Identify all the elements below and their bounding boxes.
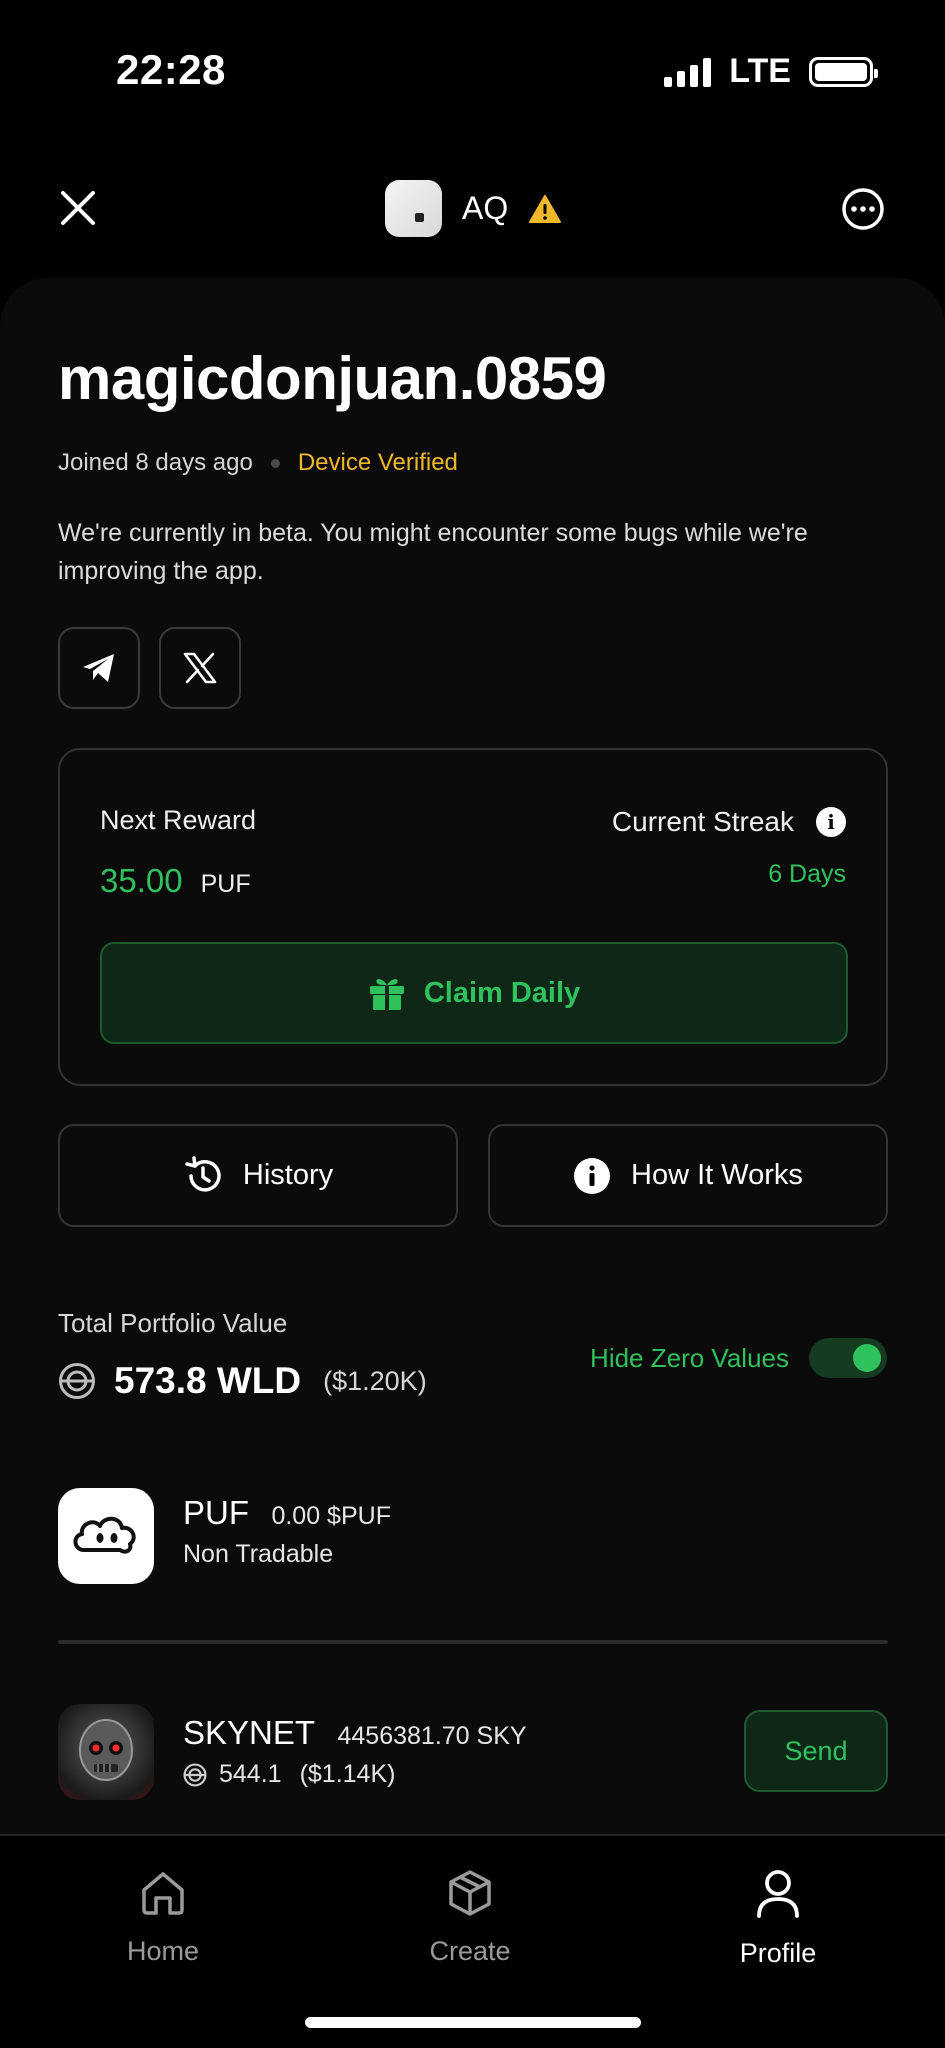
tab-create-label: Create xyxy=(429,1936,511,1966)
reward-unit: PUF xyxy=(200,870,251,898)
portfolio-wld-value: 573.8 WLD xyxy=(114,1360,302,1401)
hide-zero-values: Hide Zero Values xyxy=(590,1338,887,1378)
daily-reward-card: Next Reward 35.00 PUF Current Streak i 6… xyxy=(58,748,888,1086)
portfolio-label: Total Portfolio Value xyxy=(58,1308,288,1338)
streak-label-text: Current Streak xyxy=(611,806,794,837)
home-icon xyxy=(142,1872,184,1915)
puf-token-icon xyxy=(58,1488,154,1584)
user-icon xyxy=(757,1870,799,1918)
token-name: PUF xyxy=(183,1494,249,1531)
worldcoin-icon xyxy=(59,1363,95,1399)
claim-daily-button[interactable]: Claim Daily xyxy=(100,942,848,1044)
how-it-works-button[interactable]: How It Works xyxy=(488,1124,888,1227)
tab-profile-label: Profile xyxy=(739,1938,817,1968)
home-indicator xyxy=(305,2017,641,2028)
profile-meta: Joined 8 days ago Device Verified xyxy=(58,449,458,477)
portfolio-usd-value: ($1.20K) xyxy=(323,1365,427,1396)
next-reward-label: Next Reward xyxy=(100,805,257,835)
status-bar: 22:28 LTE xyxy=(0,0,945,140)
app-logo xyxy=(385,180,442,237)
next-reward-value: 35.00 PUF xyxy=(100,862,251,900)
skynet-token-info: SKYNET 4456381.70 SKY 544.1 ($1.14K) xyxy=(183,1714,527,1789)
token-balance: 0.00 $PUF xyxy=(271,1502,391,1530)
tab-create[interactable]: Create xyxy=(370,1868,570,1967)
tab-home[interactable]: Home xyxy=(63,1868,263,1967)
x-logo-icon xyxy=(183,652,217,684)
x-button[interactable] xyxy=(159,627,241,709)
separator-dot xyxy=(270,458,280,468)
history-label: History xyxy=(242,1159,334,1191)
status-indicators: LTE xyxy=(664,52,878,91)
joined-text: Joined 8 days ago xyxy=(58,449,253,476)
more-options-icon[interactable] xyxy=(841,187,885,231)
token-wld-value: 544.1 xyxy=(219,1760,282,1788)
token-row-puf[interactable]: PUF 0.00 $PUF Non Tradable xyxy=(58,1488,888,1584)
hide-zero-toggle[interactable] xyxy=(809,1338,887,1378)
verified-badge: Device Verified xyxy=(297,449,458,476)
network-label: LTE xyxy=(729,52,791,90)
history-button[interactable]: History xyxy=(58,1124,458,1227)
close-icon[interactable] xyxy=(58,188,98,228)
history-icon xyxy=(185,1155,221,1192)
portfolio-value: 573.8 WLD ($1.20K) xyxy=(58,1360,427,1402)
reward-amount: 35.00 xyxy=(100,862,183,899)
token-name: SKYNET xyxy=(183,1714,316,1751)
token-usd-value: ($1.14K) xyxy=(299,1760,396,1788)
cloud-icon xyxy=(73,1516,136,1554)
telegram-button[interactable] xyxy=(58,627,140,709)
username: magicdonjuan.0859 xyxy=(58,345,607,412)
signal-icon xyxy=(664,57,712,87)
tab-home-label: Home xyxy=(126,1936,200,1966)
current-streak-label: Current Streak i xyxy=(612,806,846,838)
send-button[interactable]: Send xyxy=(744,1710,888,1792)
token-row-skynet[interactable]: SKYNET 4456381.70 SKY 544.1 ($1.14K) Sen… xyxy=(58,1704,888,1800)
warning-icon[interactable] xyxy=(528,194,562,224)
divider xyxy=(58,1640,888,1644)
box-icon xyxy=(449,1870,491,1916)
skynet-token-icon xyxy=(58,1704,154,1800)
gift-icon xyxy=(369,979,404,1010)
app-identity: AQ xyxy=(385,180,562,237)
bottom-tab-bar: Home Create Profile xyxy=(0,1834,945,2048)
streak-value: 6 Days xyxy=(768,860,846,888)
worldcoin-icon xyxy=(183,1762,207,1787)
info-circle-icon xyxy=(574,1157,611,1194)
how-it-works-label: How It Works xyxy=(631,1159,803,1191)
beta-notice: We're currently in beta. You might encou… xyxy=(58,519,808,585)
telegram-icon xyxy=(83,654,114,682)
token-status: Non Tradable xyxy=(183,1540,334,1568)
tab-profile[interactable]: Profile xyxy=(678,1868,878,1969)
puf-token-info: PUF 0.00 $PUF Non Tradable xyxy=(183,1494,391,1569)
token-balance: 4456381.70 SKY xyxy=(337,1722,527,1750)
claim-daily-label: Claim Daily xyxy=(423,976,581,1009)
app-title: AQ xyxy=(462,190,509,226)
robot-skull-icon xyxy=(79,1719,133,1781)
info-icon[interactable]: i xyxy=(816,807,846,837)
mini-app-header: AQ xyxy=(0,170,945,250)
status-time: 22:28 xyxy=(116,46,226,93)
hide-zero-label: Hide Zero Values xyxy=(590,1342,789,1373)
battery-icon xyxy=(809,56,878,87)
